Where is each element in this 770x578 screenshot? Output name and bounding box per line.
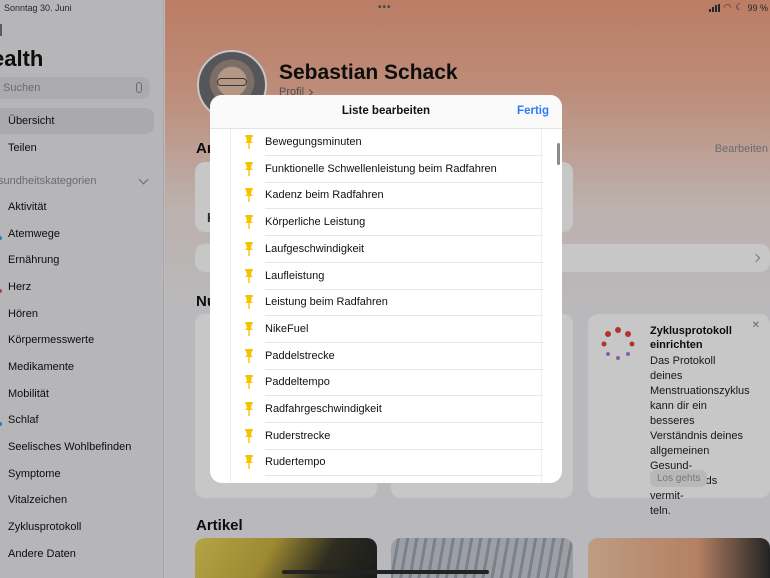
edit-list-modal: Liste bearbeiten Fertig Bewegungsminuten… bbox=[210, 95, 562, 483]
modal-title: Liste bearbeiten bbox=[341, 105, 431, 117]
list-item[interactable]: Rudertempo bbox=[231, 449, 543, 477]
list-item-label: Laufleistung bbox=[265, 269, 325, 282]
metric-list: Bewegungsminuten Funktionelle Schwellenle… bbox=[230, 129, 543, 483]
list-item[interactable]: Paddeltempo bbox=[231, 369, 543, 397]
modal-header: Liste bearbeiten Fertig bbox=[210, 95, 562, 129]
list-item-label: Paddeltempo bbox=[265, 376, 330, 389]
list-item[interactable]: Radfahrgeschwindigkeit bbox=[231, 396, 543, 423]
list-item-label: Körperliche Leistung bbox=[265, 216, 366, 229]
list-item[interactable]: Laufleistung bbox=[231, 263, 543, 290]
list-item-label: Rudertempo bbox=[265, 456, 326, 469]
list-item[interactable]: Paddelstrecke bbox=[231, 343, 543, 370]
list-item[interactable]: Laufgeschwindigkeit bbox=[231, 236, 543, 263]
list-item[interactable]: Ruderstrecke bbox=[231, 423, 543, 450]
list-item-label: Laufgeschwindigkeit bbox=[265, 242, 365, 255]
row-divider bbox=[265, 475, 543, 477]
list-item-label: Ruderstrecke bbox=[265, 429, 331, 442]
pin-icon[interactable] bbox=[243, 135, 255, 149]
list-item-label: Leistung beim Radfahren bbox=[265, 296, 388, 309]
list-item-label: NikeFuel bbox=[265, 322, 309, 335]
pin-icon[interactable] bbox=[243, 428, 255, 443]
pin-icon[interactable] bbox=[243, 375, 255, 390]
pin-icon[interactable] bbox=[243, 161, 255, 176]
pin-icon[interactable] bbox=[243, 215, 255, 230]
list-item[interactable]: Funktionelle Schwellenleistung beim Radf… bbox=[231, 156, 543, 183]
pin-icon[interactable] bbox=[243, 402, 255, 416]
pin-icon[interactable] bbox=[243, 455, 255, 470]
list-item[interactable]: Leistung beim Radfahren bbox=[231, 289, 543, 317]
pin-icon[interactable] bbox=[243, 268, 255, 283]
home-indicator[interactable] bbox=[282, 570, 489, 574]
pin-icon[interactable] bbox=[243, 241, 255, 256]
pin-icon[interactable] bbox=[243, 348, 255, 363]
pin-icon[interactable] bbox=[243, 295, 255, 310]
list-item[interactable]: Bewegungsminuten bbox=[231, 129, 543, 156]
list-item-label: Bewegungsminuten bbox=[265, 136, 362, 148]
list-item-label: Radfahrgeschwindigkeit bbox=[265, 403, 382, 415]
pin-icon[interactable] bbox=[243, 188, 255, 203]
list-item[interactable]: Körperliche Leistung bbox=[231, 209, 543, 237]
list-item[interactable]: NikeFuel bbox=[231, 316, 543, 343]
pin-icon[interactable] bbox=[243, 321, 255, 336]
done-button[interactable]: Fertig bbox=[517, 105, 549, 117]
list-item-label: Funktionelle Schwellenleistung beim Radf… bbox=[265, 162, 497, 175]
scrollbar[interactable] bbox=[557, 143, 560, 165]
list-item[interactable]: Kadenz beim Radfahren bbox=[231, 182, 543, 210]
list-item-label: Kadenz beim Radfahren bbox=[265, 189, 384, 202]
list-item-label: Paddelstrecke bbox=[265, 349, 335, 362]
